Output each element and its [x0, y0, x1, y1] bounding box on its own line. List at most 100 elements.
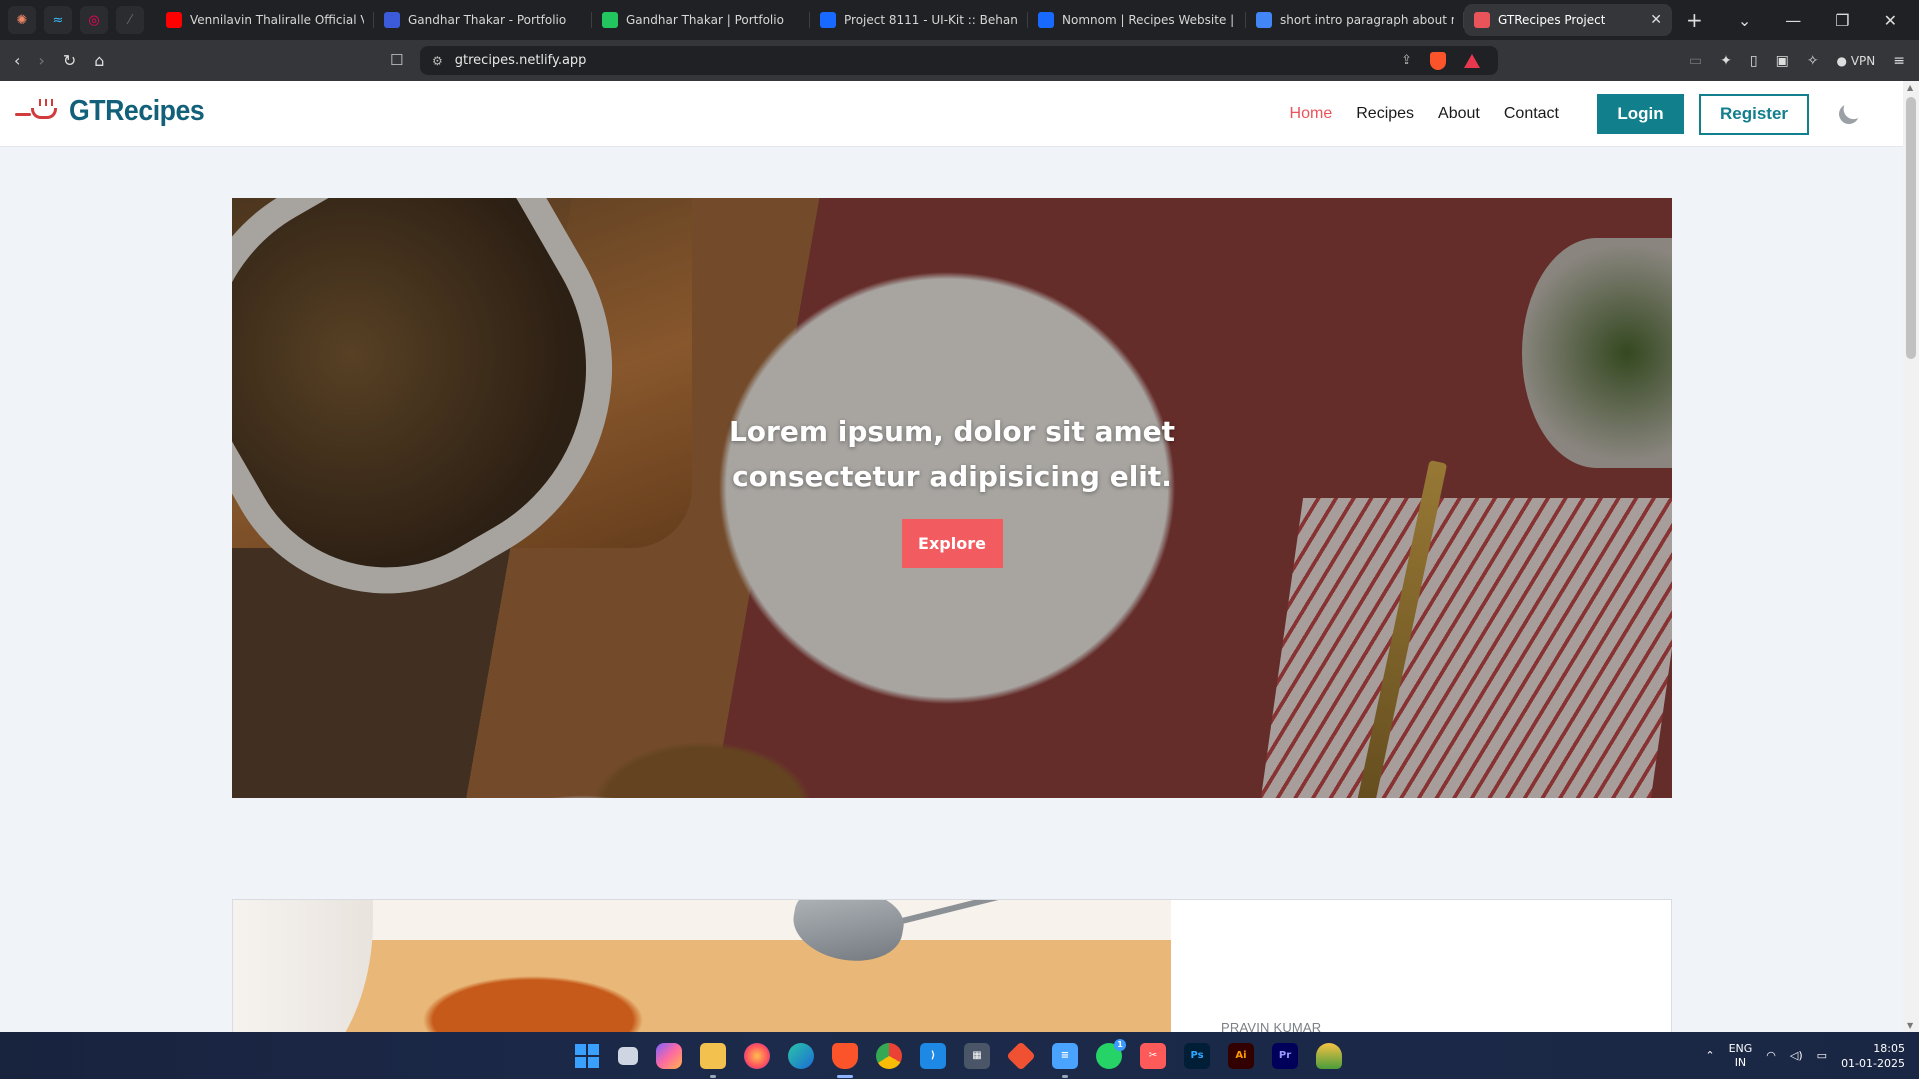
whatsapp-icon[interactable]: 1 [1096, 1038, 1126, 1069]
git-icon[interactable] [1006, 1040, 1036, 1071]
tab-title: GTRecipes Project [1498, 13, 1606, 27]
explore-button[interactable]: Explore [901, 518, 1003, 568]
pinned-tabs: ✺ ≈ ◎ ⁄ [0, 6, 144, 34]
browser-tab[interactable]: short intro paragraph about my [1246, 4, 1464, 36]
extensions-icon[interactable]: ✦ [1720, 53, 1732, 69]
battery-icon[interactable]: ▭ [1817, 1049, 1827, 1062]
pinned-tab-tailwind[interactable]: ≈ [44, 6, 72, 34]
vscode-icon[interactable]: ⟩ [920, 1042, 946, 1069]
window-controls: ⌄ — ❐ ✕ [1738, 11, 1919, 30]
nav-buttons: ‹ › ↻ ⌂ [0, 51, 420, 70]
page-viewport: GTRecipes Home Recipes About Contact Log… [0, 81, 1903, 1032]
behance-icon [1038, 12, 1054, 28]
site-info-icon[interactable]: ⚙ [432, 54, 443, 68]
task-view-icon[interactable] [618, 1046, 638, 1065]
omnibox-actions: ⇪ [1401, 51, 1498, 70]
snipping-tool-icon[interactable]: ✂ [1140, 1042, 1166, 1069]
chrome-icon[interactable] [876, 1042, 902, 1069]
browser-tab[interactable]: Gandhar Thakar - Portfolio [374, 4, 592, 36]
browser-tab[interactable]: Gandhar Thakar | Portfolio [592, 4, 810, 36]
system-tray: ⌃ ENG IN ◠ ◁) ▭ 18:05 01-01-2025 [1705, 1032, 1919, 1079]
file-explorer-icon[interactable] [700, 1042, 726, 1078]
copilot-icon[interactable] [656, 1042, 682, 1069]
nav-home[interactable]: Home [1290, 105, 1333, 123]
bookmark-icon[interactable]: ☐ [390, 51, 403, 69]
language-indicator[interactable]: ENG IN [1729, 1042, 1753, 1070]
pinned-tab-app[interactable]: ◎ [80, 6, 108, 34]
language-code: ENG [1728, 1041, 1753, 1055]
hero-title: Lorem ipsum, dolor sit amet consectetur … [728, 414, 1176, 493]
browser-tab-strip: ✺ ≈ ◎ ⁄ Vennilavin Thaliralle Official V… [0, 0, 1919, 40]
vpn-button[interactable]: ● VPN [1837, 54, 1876, 68]
illustrator-icon[interactable]: Ai [1228, 1042, 1254, 1069]
featured-recipe-image [233, 900, 1171, 1032]
close-window-button[interactable]: ✕ [1884, 11, 1897, 30]
address-bar[interactable]: ⚙ gtrecipes.netlify.app ⇪ [420, 46, 1498, 75]
dark-mode-toggle-icon[interactable] [1836, 101, 1862, 127]
premiere-icon[interactable]: Pr [1272, 1042, 1298, 1069]
pinned-tab-react[interactable]: ✺ [8, 6, 36, 34]
pinned-tab-dark[interactable]: ⁄ [116, 6, 144, 34]
windows-taskbar: ⟩ ▦ ≡ 1 ✂ Ps Ai Pr ⌃ ENG IN ◠ ◁) ▭ 18:05… [0, 1032, 1919, 1079]
maximize-button[interactable]: ❐ [1835, 11, 1849, 30]
nav-about[interactable]: About [1438, 105, 1480, 123]
nav-recipes[interactable]: Recipes [1356, 105, 1414, 123]
tab-search-icon[interactable]: ⌄ [1738, 11, 1751, 30]
brave-rewards-icon[interactable] [1464, 53, 1480, 68]
page-scrollbar[interactable]: ▲ ▼ [1903, 81, 1919, 1032]
site-header: GTRecipes Home Recipes About Contact Log… [0, 81, 1903, 147]
sidebar-icon[interactable]: ▯ [1750, 53, 1758, 69]
scroll-up-icon[interactable]: ▲ [1907, 83, 1913, 92]
brave-shield-icon[interactable] [1430, 51, 1446, 70]
media-icon[interactable]: ▭ [1689, 53, 1702, 69]
tab-title: short intro paragraph about my [1280, 13, 1454, 27]
photoshop-icon[interactable]: Ps [1184, 1042, 1210, 1069]
tab-list: Vennilavin Thaliralle Official Vidé Gandh… [156, 4, 1672, 36]
featured-recipe-card[interactable]: PRAVIN KUMAR [232, 899, 1672, 1032]
browser-tab[interactable]: Vennilavin Thaliralle Official Vidé [156, 4, 374, 36]
notepad-icon[interactable]: ≡ [1052, 1042, 1078, 1078]
clock-date: 01-01-2025 [1841, 1056, 1905, 1070]
menu-icon[interactable]: ≡ [1893, 53, 1905, 69]
wifi-icon[interactable]: ◠ [1766, 1049, 1776, 1062]
leo-icon[interactable]: ✧ [1807, 53, 1819, 69]
gt-icon [602, 12, 618, 28]
nav-contact[interactable]: Contact [1504, 105, 1559, 123]
minimize-button[interactable]: — [1785, 11, 1801, 30]
forward-icon[interactable]: › [38, 51, 44, 70]
home-icon[interactable]: ⌂ [94, 51, 104, 70]
new-tab-button[interactable]: + [1686, 8, 1703, 32]
behance-icon [820, 12, 836, 28]
hero-banner: Lorem ipsum, dolor sit amet consectetur … [232, 198, 1672, 798]
scroll-down-icon[interactable]: ▼ [1907, 1021, 1913, 1030]
brave-icon[interactable] [832, 1042, 858, 1078]
browser-tab[interactable]: GTRecipes Project ✕ [1464, 4, 1672, 36]
close-tab-icon[interactable]: ✕ [1650, 12, 1662, 28]
tray-overflow-icon[interactable]: ⌃ [1705, 1049, 1714, 1062]
register-button[interactable]: Register [1699, 93, 1809, 135]
edge-icon[interactable] [788, 1042, 814, 1069]
main-nav: Home Recipes About Contact Login Registe… [1290, 81, 1903, 147]
gtrecipes-icon [1474, 12, 1490, 28]
google-icon [1256, 12, 1272, 28]
login-button[interactable]: Login [1597, 94, 1684, 134]
recipe-author: PRAVIN KUMAR [1221, 1020, 1322, 1032]
browser-tab[interactable]: Nomnom | Recipes Website | UX [1028, 4, 1246, 36]
firefox-icon[interactable] [744, 1042, 770, 1069]
logo-text: GTRecipes [69, 95, 205, 127]
reload-icon[interactable]: ↻ [63, 51, 76, 70]
volume-icon[interactable]: ◁) [1790, 1049, 1803, 1062]
share-icon[interactable]: ⇪ [1401, 53, 1412, 68]
back-icon[interactable]: ‹ [14, 51, 20, 70]
site-logo[interactable]: GTRecipes [15, 95, 216, 128]
tab-title: Nomnom | Recipes Website | UX [1062, 13, 1236, 27]
taskbar-apps: ⟩ ▦ ≡ 1 ✂ Ps Ai Pr [574, 1032, 1342, 1079]
wallet-icon[interactable]: ▣ [1776, 53, 1789, 69]
windows-start-icon[interactable] [574, 1043, 600, 1069]
browser-tab[interactable]: Project 8111 - UI-Kit :: Behance [810, 4, 1028, 36]
clock[interactable]: 18:05 01-01-2025 [1841, 1041, 1905, 1071]
scrollbar-thumb[interactable] [1906, 97, 1916, 359]
weather-icon[interactable] [1316, 1042, 1342, 1069]
calculator-icon[interactable]: ▦ [964, 1042, 990, 1069]
hero-content: Lorem ipsum, dolor sit amet consectetur … [232, 198, 1672, 798]
